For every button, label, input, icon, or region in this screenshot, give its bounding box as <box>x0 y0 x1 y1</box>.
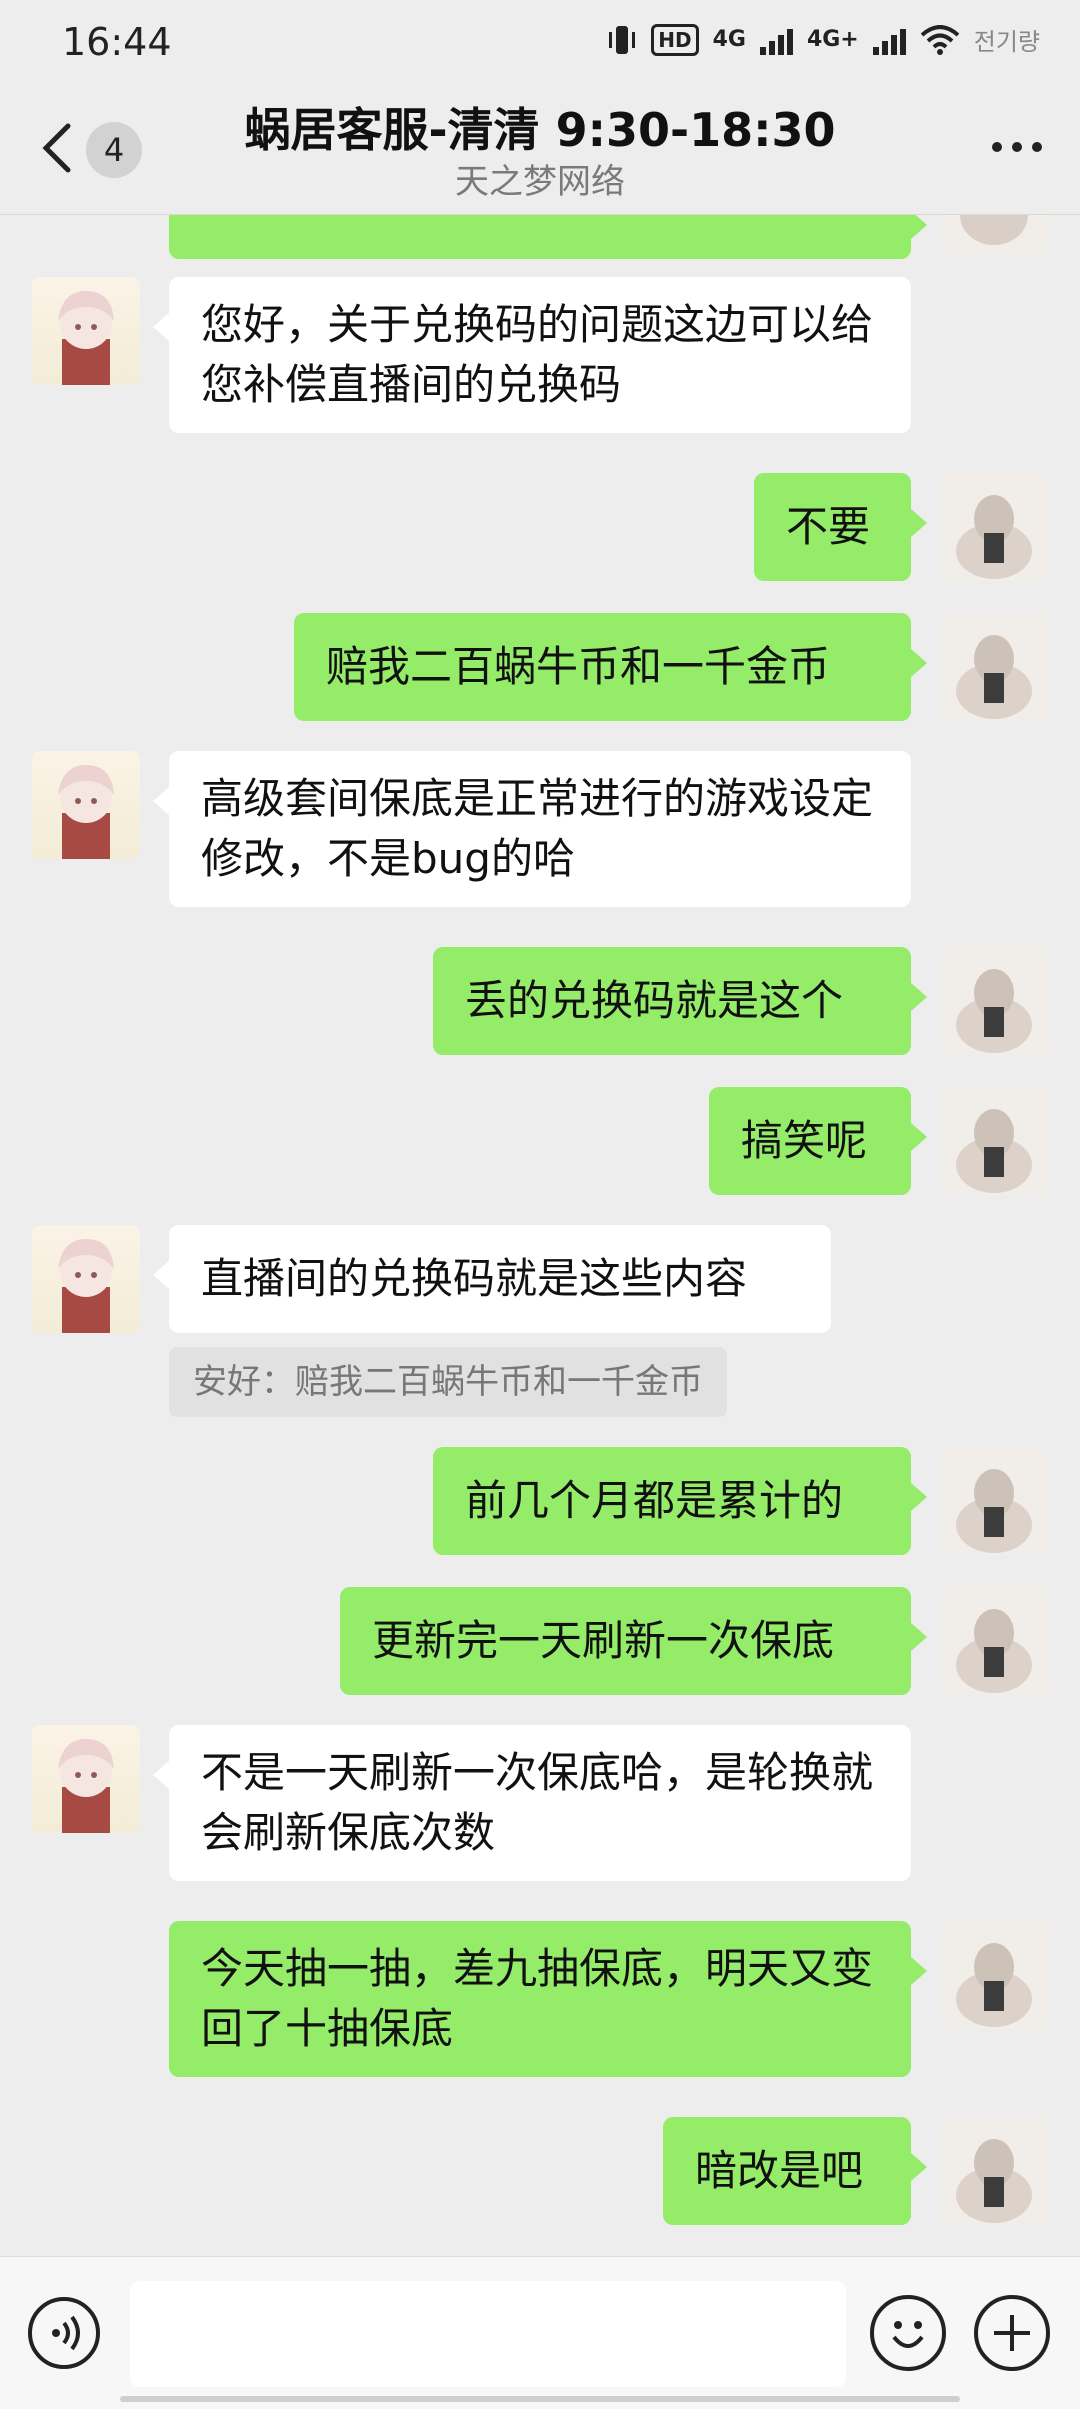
voice-input-icon[interactable] <box>28 2297 100 2369</box>
status-bar: 16:44 HD 4G 4G+ 전기량 <box>0 0 1080 82</box>
user-avatar[interactable] <box>940 1921 1048 2029</box>
chat-title: 蜗居客服-清清 9:30-18:30 <box>244 103 836 157</box>
message-input-bar <box>0 2256 1080 2409</box>
wifi-icon <box>920 24 960 55</box>
message-bubble-outgoing[interactable]: 前几个月都是累计的 <box>433 1447 927 1555</box>
message-text: 直播间的兑换码就是这些内容 <box>201 1254 748 1303</box>
message-text: 丢的兑换码就是这个 <box>465 976 844 1025</box>
message-bubble-incoming[interactable]: 不是一天刷新一次保底哈，是轮换就会刷新保底次数 <box>153 1725 911 1881</box>
chat-header: 4 蜗居客服-清清 9:30-18:30 天之梦网络 <box>0 82 1080 215</box>
message-bubble-outgoing[interactable]: 今天抽一抽，差九抽保底，明天又变回了十抽保底 <box>169 1921 927 2077</box>
message-text: 暗改是吧 <box>695 2146 864 2195</box>
message-text: 不是一天刷新一次保底哈，是轮换就会刷新保底次数 <box>201 1748 874 1857</box>
agent-avatar[interactable] <box>32 751 140 859</box>
message-bubble-outgoing[interactable]: 更新完一天刷新一次保底 <box>340 1587 927 1695</box>
user-avatar[interactable] <box>940 215 1048 253</box>
chat-subtitle: 天之梦网络 <box>455 162 625 202</box>
message-bubble-partial[interactable] <box>169 215 927 259</box>
gesture-navigation-bar[interactable] <box>120 2396 960 2402</box>
user-avatar[interactable] <box>940 1587 1048 1695</box>
user-avatar[interactable] <box>940 613 1048 721</box>
user-avatar[interactable] <box>940 1087 1048 1195</box>
chat-message-list[interactable]: 您好，关于兑换码的问题这边可以给您补偿直播间的兑换码 不要 赔我二百蜗牛币和一千… <box>0 215 1080 2255</box>
message-bubble-incoming[interactable]: 高级套间保底是正常进行的游戏设定修改，不是bug的哈 <box>153 751 911 907</box>
message-text: 今天抽一抽，差九抽保底，明天又变回了十抽保底 <box>201 1944 874 2053</box>
hd-icon: HD <box>651 23 699 56</box>
status-time: 16:44 <box>62 20 172 64</box>
network-label-1: 4G <box>712 27 746 52</box>
vibrate-icon <box>609 25 636 54</box>
message-bubble-outgoing[interactable]: 不要 <box>754 473 927 581</box>
agent-avatar[interactable] <box>32 1225 140 1333</box>
message-bubble-outgoing[interactable]: 丢的兑换码就是这个 <box>433 947 927 1055</box>
signal-icon-2 <box>872 25 906 55</box>
signal-icon <box>759 25 793 55</box>
message-text: 您好，关于兑换码的问题这边可以给您补偿直播间的兑换码 <box>201 300 874 409</box>
network-label-2: 4G+ <box>806 27 859 52</box>
message-bubble-incoming[interactable]: 您好，关于兑换码的问题这边可以给您补偿直播间的兑换码 <box>153 277 911 433</box>
message-bubble-incoming[interactable]: 直播间的兑换码就是这些内容 <box>153 1225 831 1333</box>
message-bubble-outgoing[interactable]: 搞笑呢 <box>709 1087 927 1195</box>
message-text-input[interactable] <box>130 2281 846 2387</box>
message-bubble-outgoing[interactable]: 赔我二百蜗牛币和一千金币 <box>294 613 927 721</box>
user-avatar[interactable] <box>940 1447 1048 1555</box>
emoji-icon[interactable] <box>870 2295 946 2371</box>
add-attachment-icon[interactable] <box>974 2295 1050 2371</box>
message-bubble-outgoing[interactable]: 暗改是吧 <box>663 2117 927 2225</box>
message-text: 前几个月都是累计的 <box>465 1476 844 1525</box>
message-text: 更新完一天刷新一次保底 <box>372 1616 835 1665</box>
user-avatar[interactable] <box>940 947 1048 1055</box>
message-text: 高级套间保底是正常进行的游戏设定修改，不是bug的哈 <box>201 774 874 883</box>
user-avatar[interactable] <box>940 473 1048 581</box>
agent-avatar[interactable] <box>32 1725 140 1833</box>
quoted-text: 安好：赔我二百蜗牛币和一千金币 <box>193 1362 703 1402</box>
message-text: 赔我二百蜗牛币和一千金币 <box>326 642 831 691</box>
message-text: 不要 <box>786 502 871 551</box>
agent-avatar[interactable] <box>32 277 140 385</box>
message-text: 搞笑呢 <box>741 1116 868 1165</box>
carrier-label: 전기량 <box>973 28 1040 56</box>
quoted-reply[interactable]: 安好：赔我二百蜗牛币和一千金币 <box>169 1347 727 1417</box>
more-options-icon[interactable] <box>992 142 1042 152</box>
user-avatar[interactable] <box>940 2117 1048 2225</box>
status-icons: HD 4G 4G+ 전기량 <box>607 22 1040 57</box>
